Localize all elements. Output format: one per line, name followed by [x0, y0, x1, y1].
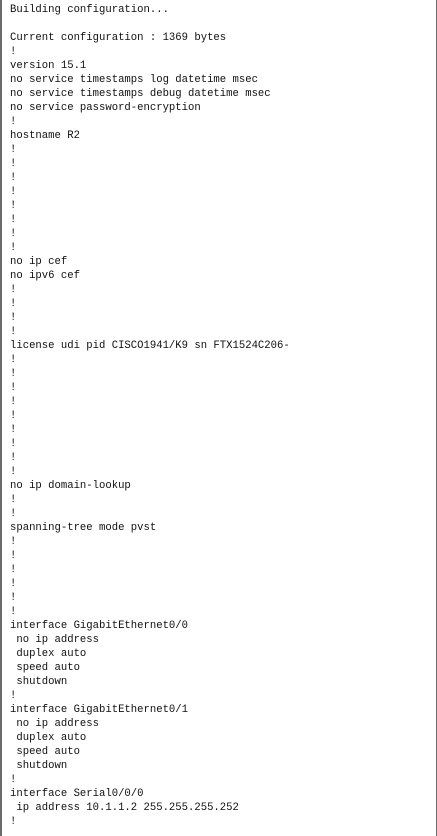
terminal-line: !: [10, 354, 17, 366]
terminal-line: !: [10, 116, 17, 128]
terminal-line: spanning-tree mode pvst: [10, 522, 157, 534]
terminal-line: duplex auto: [10, 648, 87, 660]
terminal-line: !: [10, 564, 17, 576]
terminal-line: no service password-encryption: [10, 102, 201, 114]
terminal-line: no ipv6 cef: [10, 270, 80, 282]
terminal-line: !: [10, 186, 17, 198]
terminal-line: !: [10, 200, 17, 212]
terminal-line: duplex auto: [10, 732, 87, 744]
terminal-window[interactable]: R2#show runBuilding configuration...Curr…: [0, 0, 437, 836]
terminal-line: no ip domain-lookup: [10, 480, 131, 492]
terminal-line: !: [10, 396, 17, 408]
terminal-line: shutdown: [10, 760, 68, 772]
terminal-line: no service timestamps debug datetime mse…: [10, 88, 271, 100]
terminal-line: !: [10, 242, 17, 254]
terminal-line: Building configuration...: [10, 4, 169, 16]
terminal-line: !: [10, 592, 17, 604]
terminal-line: !: [10, 172, 17, 184]
terminal-line: !: [10, 144, 17, 156]
terminal-line: !: [10, 158, 17, 170]
terminal-line: !: [10, 438, 17, 450]
terminal-line: version 15.1: [10, 60, 87, 72]
terminal-line: !: [10, 550, 17, 562]
terminal-line: !: [10, 606, 17, 618]
terminal-line: interface Serial0/0/0: [10, 788, 144, 800]
terminal-line: interface GigabitEthernet0/0: [10, 620, 189, 632]
terminal-line: !: [10, 298, 17, 310]
terminal-line: hostname R2: [10, 130, 80, 142]
terminal-line: !: [10, 578, 17, 590]
terminal-line: !: [10, 312, 17, 324]
terminal-line: no ip address: [10, 718, 100, 730]
terminal-line: !: [10, 326, 17, 338]
terminal-line: !: [10, 690, 17, 702]
terminal-line: !: [10, 368, 17, 380]
terminal-output: R2#show runBuilding configuration...Curr…: [10, 0, 290, 829]
terminal-line: !: [10, 46, 17, 58]
terminal-line: Current configuration : 1369 bytes: [10, 32, 227, 44]
terminal-line: !: [10, 284, 17, 296]
terminal-line: !: [10, 508, 17, 520]
terminal-line: no ip address: [10, 634, 100, 646]
terminal-line: !: [10, 214, 17, 226]
terminal-line: ip address 10.1.1.2 255.255.255.252: [10, 802, 239, 814]
terminal-line: !: [10, 382, 17, 394]
terminal-line: no service timestamps log datetime msec: [10, 74, 258, 86]
terminal-line: no ip cef: [10, 256, 68, 268]
terminal-line: interface GigabitEthernet0/1: [10, 704, 189, 716]
terminal-line: shutdown: [10, 676, 68, 688]
terminal-line: license udi pid CISCO1941/K9 sn FTX1524C…: [10, 340, 290, 352]
terminal-line: !: [10, 774, 17, 786]
terminal-line: !: [10, 816, 17, 828]
terminal-line: !: [10, 424, 17, 436]
terminal-line: !: [10, 494, 17, 506]
terminal-line: !: [10, 228, 17, 240]
terminal-line: !: [10, 452, 17, 464]
terminal-line: !: [10, 410, 17, 422]
terminal-line: !: [10, 536, 17, 548]
terminal-line: speed auto: [10, 662, 80, 674]
terminal-line: speed auto: [10, 746, 80, 758]
terminal-line: !: [10, 466, 17, 478]
